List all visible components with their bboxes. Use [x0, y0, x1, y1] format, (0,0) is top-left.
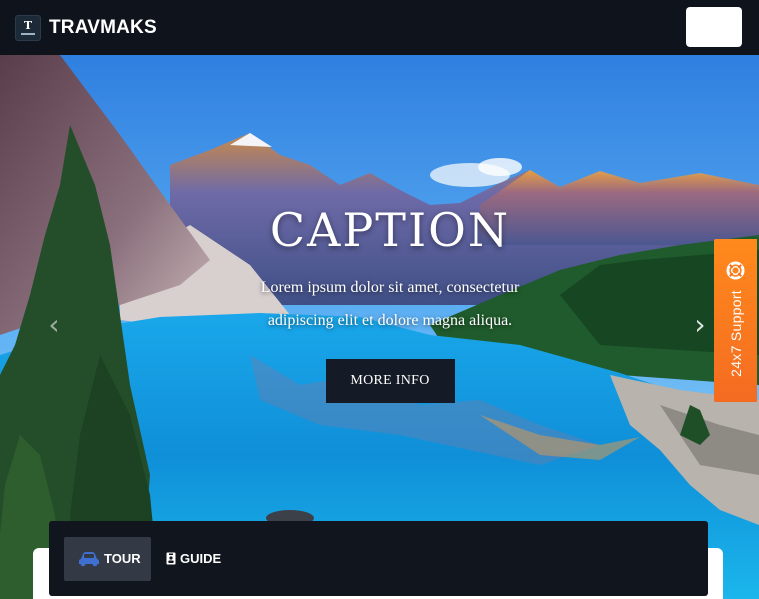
car-icon [79, 551, 99, 566]
navbar: T TRAVMAKS [0, 0, 759, 55]
brand-name: TRAVMAKS [49, 16, 157, 38]
lifebuoy-icon [726, 261, 745, 280]
brand-link[interactable]: T TRAVMAKS [15, 14, 157, 41]
booking-tabs: TOUR GUIDE [49, 521, 708, 596]
caption-text: Lorem ipsum dolor sit amet, consectetur … [260, 279, 520, 329]
support-tab[interactable]: 24x7 Support [714, 239, 757, 402]
travmaks-logo-icon: T [15, 14, 41, 41]
hero-carousel: CAPTION Lorem ipsum dolor sit amet, cons… [0, 55, 759, 599]
tab-guide-label: GUIDE [180, 551, 222, 566]
more-info-button[interactable]: MORE INFO [325, 359, 455, 403]
carousel-caption: CAPTION Lorem ipsum dolor sit amet, cons… [180, 195, 600, 403]
support-label: 24x7 Support [727, 290, 744, 377]
chevron-right-icon[interactable]: › [690, 310, 710, 340]
menu-toggler-button[interactable] [686, 7, 742, 47]
tab-tour-label: TOUR [104, 551, 141, 566]
caption-title: CAPTION [269, 203, 511, 257]
tab-tour[interactable]: TOUR [64, 536, 151, 581]
logo-underline [21, 33, 35, 35]
id-badge-icon [166, 552, 176, 565]
logo-letter: T [23, 19, 33, 32]
tab-guide[interactable]: GUIDE [166, 537, 221, 581]
chevron-left-icon[interactable]: ‹ [44, 310, 64, 340]
